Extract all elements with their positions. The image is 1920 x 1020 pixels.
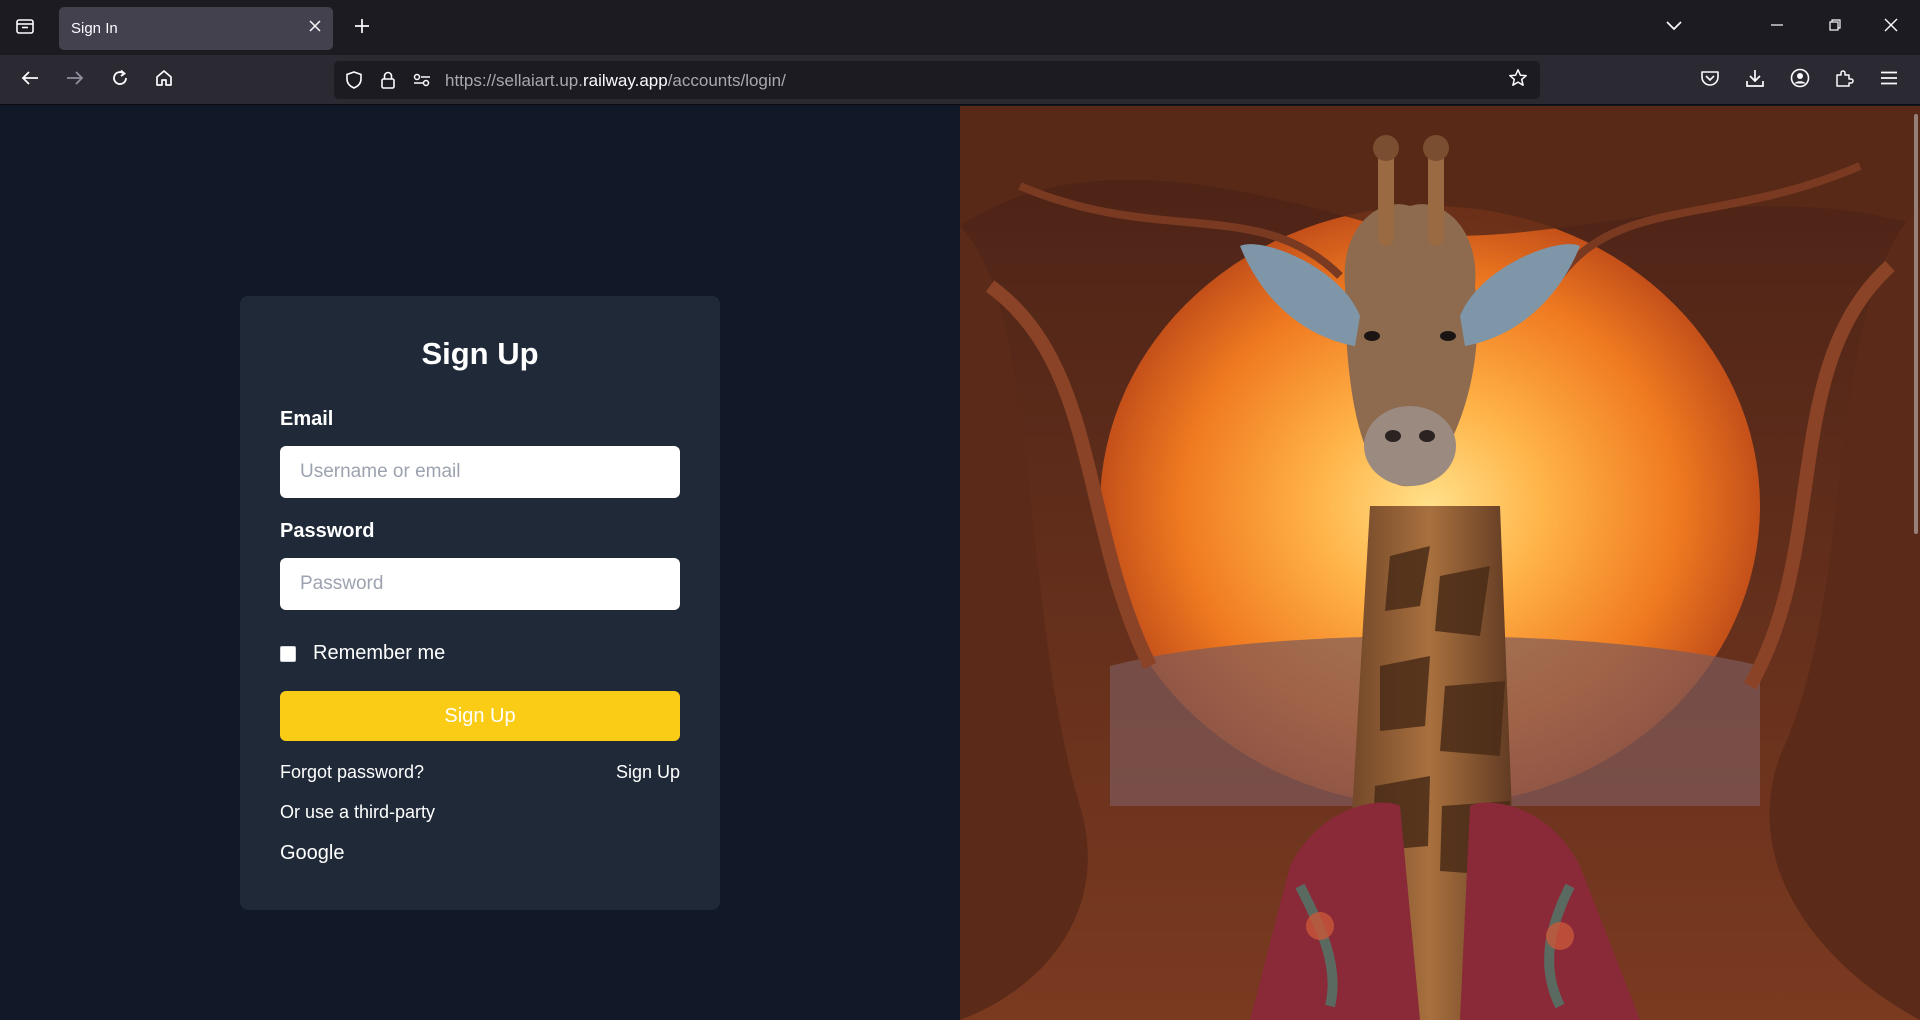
pocket-icon bbox=[1701, 70, 1719, 91]
back-button[interactable] bbox=[14, 65, 46, 95]
close-icon bbox=[309, 19, 321, 37]
reload-icon bbox=[111, 69, 129, 92]
restore-icon bbox=[1829, 18, 1841, 36]
list-all-tabs-button[interactable] bbox=[1654, 10, 1694, 44]
google-login-link[interactable]: Google bbox=[280, 842, 345, 865]
login-card: Sign Up Email Password Remember me Sign … bbox=[240, 296, 720, 910]
remember-me-row: Remember me bbox=[280, 642, 445, 665]
address-bar[interactable]: https://sellaiart.up.railway.app/account… bbox=[334, 61, 1540, 99]
browser-toolbar: https://sellaiart.up.railway.app/account… bbox=[0, 55, 1920, 105]
browser-tabbar: Sign In bbox=[0, 0, 1920, 55]
forward-button[interactable] bbox=[59, 65, 91, 95]
close-window-button[interactable] bbox=[1871, 10, 1911, 44]
sign-up-link[interactable]: Sign Up bbox=[616, 762, 680, 783]
forward-icon bbox=[66, 70, 84, 91]
home-icon bbox=[155, 69, 173, 92]
app-menu-button[interactable] bbox=[1873, 65, 1905, 95]
tab-list-icon bbox=[15, 17, 35, 40]
remember-me-label[interactable]: Remember me bbox=[313, 642, 445, 665]
extensions-icon bbox=[1834, 68, 1854, 93]
url-host: railway.app bbox=[582, 71, 668, 90]
forgot-password-link[interactable]: Forgot password? bbox=[280, 762, 424, 783]
remember-me-checkbox[interactable] bbox=[280, 645, 296, 662]
form-title: Sign Up bbox=[421, 336, 539, 371]
star-icon bbox=[1508, 68, 1528, 93]
page-scrollbar[interactable] bbox=[1914, 114, 1918, 534]
page-viewport: Sign Up Email Password Remember me Sign … bbox=[0, 106, 1920, 1020]
chevron-down-icon bbox=[1666, 18, 1682, 36]
downloads-button[interactable] bbox=[1739, 65, 1771, 95]
back-icon bbox=[21, 70, 39, 91]
minimize-icon bbox=[1771, 18, 1783, 36]
plus-icon bbox=[354, 18, 370, 39]
email-label: Email bbox=[280, 408, 334, 430]
close-tab-button[interactable] bbox=[305, 18, 325, 38]
active-tab[interactable]: Sign In bbox=[59, 7, 333, 50]
shield-icon[interactable] bbox=[344, 70, 364, 90]
account-button[interactable] bbox=[1784, 65, 1816, 95]
reload-button[interactable] bbox=[104, 65, 136, 95]
url-prefix: https://sellaiart.up. bbox=[445, 71, 583, 90]
extensions-button[interactable] bbox=[1828, 65, 1860, 95]
url-text[interactable]: https://sellaiart.up.railway.app/account… bbox=[445, 71, 786, 91]
close-icon bbox=[1884, 18, 1898, 37]
tab-title: Sign In bbox=[71, 20, 118, 37]
new-tab-button[interactable] bbox=[347, 13, 377, 43]
home-button[interactable] bbox=[148, 65, 180, 95]
tab-list-button[interactable] bbox=[10, 14, 40, 42]
pocket-button[interactable] bbox=[1694, 65, 1726, 95]
login-pane: Sign Up Email Password Remember me Sign … bbox=[0, 106, 960, 1020]
third-party-text: Or use a third-party bbox=[280, 802, 436, 822]
download-icon bbox=[1746, 69, 1764, 92]
sign-up-button[interactable]: Sign Up bbox=[280, 691, 680, 741]
url-path: /accounts/login/ bbox=[667, 71, 786, 90]
account-icon bbox=[1790, 68, 1810, 93]
permissions-icon[interactable] bbox=[412, 70, 432, 90]
hero-image bbox=[960, 106, 1920, 1020]
giraffe-illustration bbox=[960, 106, 1920, 1020]
password-label: Password bbox=[280, 520, 375, 542]
restore-button[interactable] bbox=[1815, 10, 1855, 44]
password-field[interactable] bbox=[280, 558, 680, 610]
lock-icon[interactable] bbox=[378, 70, 398, 90]
email-field[interactable] bbox=[280, 446, 680, 498]
bookmark-star-button[interactable] bbox=[1508, 68, 1528, 93]
minimize-button[interactable] bbox=[1757, 10, 1797, 44]
menu-icon bbox=[1880, 71, 1898, 90]
